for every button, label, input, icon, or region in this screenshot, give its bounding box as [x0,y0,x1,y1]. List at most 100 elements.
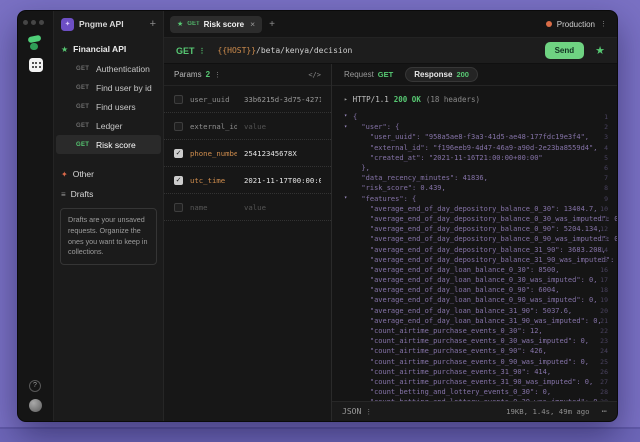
param-row: name value [164,194,331,221]
desktop-dock-band [0,427,640,442]
param-name-input[interactable]: user_uuid [190,95,237,104]
sidebar-request-item[interactable]: GET Find users [56,97,161,116]
tab-request-timeline[interactable]: Request GET [344,70,393,79]
add-request-button[interactable]: + [150,18,156,30]
request-response-panes: Params 2 ⋮ </> user_uuid 33b6215d-3d75-4… [164,64,617,421]
workspace-grid-icon[interactable] [29,58,43,72]
left-rail: ? [18,11,54,421]
param-name-input[interactable]: phone_number [190,149,237,158]
line-number: 7 [604,174,608,183]
main-area: ★ GET Risk score × + Production ⋮ GET ⋮ [164,11,617,421]
checkmark-icon: ✓ [175,150,182,157]
tab-risk-score[interactable]: ★ GET Risk score × [170,15,263,33]
param-value-input[interactable]: 33b6215d-3d75-4271… [244,95,321,104]
checkmark-icon: ✓ [175,177,182,184]
param-checkbox[interactable] [174,121,183,131]
new-tab-button[interactable]: + [269,19,275,30]
param-name-input[interactable]: external_id [190,122,237,131]
code-line: ▾ "count_airtime_purchase_events_0_30_wa… [332,336,617,346]
line-number: 23 [600,337,608,346]
sidebar-item-drafts[interactable]: ≡ Drafts [54,184,163,204]
sidebar-request-item[interactable]: GET Authentication [56,59,161,78]
tab-response[interactable]: Response 200 [405,67,478,82]
url-input[interactable]: {{HOST}}/beta/kenya/decision [218,46,545,55]
sidebar-request-item[interactable]: GET Ledger [56,116,161,135]
code-text: "average_end_of_day_loan_balance_31_90_w… [353,316,602,325]
fold-toggle-icon[interactable]: ▾ [344,124,353,131]
method-dropdown[interactable]: GET ⋮ [176,46,206,56]
params-title[interactable]: Params [174,70,202,79]
fold-toggle-icon[interactable]: ▾ [344,114,353,120]
help-icon[interactable]: ? [29,380,41,392]
window-zoom-button[interactable] [39,20,44,25]
param-row: ✓ utc_time 2021-11-17T00:00:00 [164,167,331,194]
sidebar-item-other[interactable]: ✦ Other [54,164,163,184]
expand-headers-icon[interactable]: ▸ [344,96,348,103]
query-code-toggle-icon[interactable]: </> [308,71,321,79]
params-menu-icon[interactable]: ⋮ [214,71,221,79]
close-tab-icon[interactable]: × [250,19,255,29]
environment-selector[interactable]: Production ⋮ [545,20,607,29]
window-close-button[interactable] [23,20,28,25]
param-name-input[interactable]: utc_time [190,176,237,185]
line-number: 27 [600,377,608,386]
line-number: 19 [600,296,608,305]
param-checkbox[interactable]: ✓ [174,148,183,158]
http-status-line[interactable]: ▸ HTTP/1.1 200 OK (18 headers) [344,95,617,104]
sidebar-request-item[interactable]: GET Find user by id [56,78,161,97]
param-value-input[interactable]: value [244,122,321,131]
status-code-badge: 200 [456,70,469,79]
code-text: "count_airtime_purchase_events_0_90_was_… [353,357,590,366]
send-button[interactable]: Send [544,42,585,59]
app-logo-icon [27,34,44,52]
user-avatar[interactable] [29,399,42,412]
param-value-input[interactable]: 2021-11-17T00:00:00 [244,176,321,185]
code-line: ▾ "average_end_of_day_loan_balance_0_90_… [332,295,617,305]
code-line: ▾ "created_at": "2021-11-16T21:00:00+00:… [332,153,617,163]
param-checkbox[interactable] [174,94,183,104]
code-line: ▾ "data_recency_minutes": 41836, 7 [332,173,617,183]
code-line: ▾ "count_airtime_purchase_events_31_90":… [332,367,617,377]
http-status: 200 OK [393,95,421,104]
code-line: ▾ "risk_score": 0.439, 8 [332,183,617,193]
line-number: 2 [604,123,608,132]
workspace-switcher[interactable]: ✦ Pngme API + [54,11,163,37]
other-collection-icon: ✦ [61,169,68,179]
param-value-input[interactable]: 25412345678X [244,149,321,158]
request-label: Risk score [96,139,136,150]
format-dropdown-icon[interactable]: ⋮ [365,408,372,416]
star-icon: ★ [177,21,184,28]
param-checkbox[interactable] [174,202,183,212]
code-text: "user_uuid": "958a5ae8-f3a3-41d5-ae48-17… [353,133,590,142]
param-checkbox[interactable]: ✓ [174,175,183,185]
line-number: 9 [604,194,608,203]
request-label: Find users [96,101,136,112]
param-value-input[interactable]: value [244,203,321,212]
collection-label: Financial API [73,44,127,54]
method-badge: GET [76,122,90,129]
code-line: ▾ "count_betting_and_lottery_events_0_30… [332,387,617,397]
headers-count: (18 headers) [425,95,481,104]
code-text: "count_airtime_purchase_events_31_90": 4… [353,367,552,376]
fold-toggle-icon[interactable]: ▾ [344,195,353,202]
desktop-background: ? ✦ Pngme API + ★ Financial API GET Auth… [0,0,640,442]
sidebar-collection-financial-api[interactable]: ★ Financial API [54,39,163,59]
param-name-input[interactable]: name [190,203,237,212]
window-minimize-button[interactable] [31,20,36,25]
code-line: ▾ "average_end_of_day_loan_balance_0_90"… [332,285,617,295]
response-tab-label: Response [414,70,453,79]
code-line: ▾ "user_uuid": "958a5ae8-f3a3-41d5-ae48-… [332,132,617,142]
code-text: "average_end_of_day_depository_balance_0… [353,235,617,244]
method-badge: GET [76,141,90,148]
response-body: ▸ HTTP/1.1 200 OK (18 headers) ▾ { 1 ▾ "… [332,86,617,421]
favorite-star-icon[interactable]: ★ [595,44,605,57]
format-dropdown[interactable]: JSON [342,407,361,416]
request-tab-label: Request [344,70,374,79]
method-badge: GET [76,103,90,110]
line-number: 24 [600,347,608,356]
url-host-variable: {{HOST}} [217,46,257,55]
code-line: ▾ "average_end_of_day_loan_balance_31_90… [332,306,617,316]
sidebar-request-item[interactable]: GET Risk score [56,135,161,154]
response-footer: JSON ⋮ 19KB, 1.4s, 49m ago ⋯ [332,401,617,421]
kebab-menu-icon[interactable]: ⋮ [600,20,607,28]
